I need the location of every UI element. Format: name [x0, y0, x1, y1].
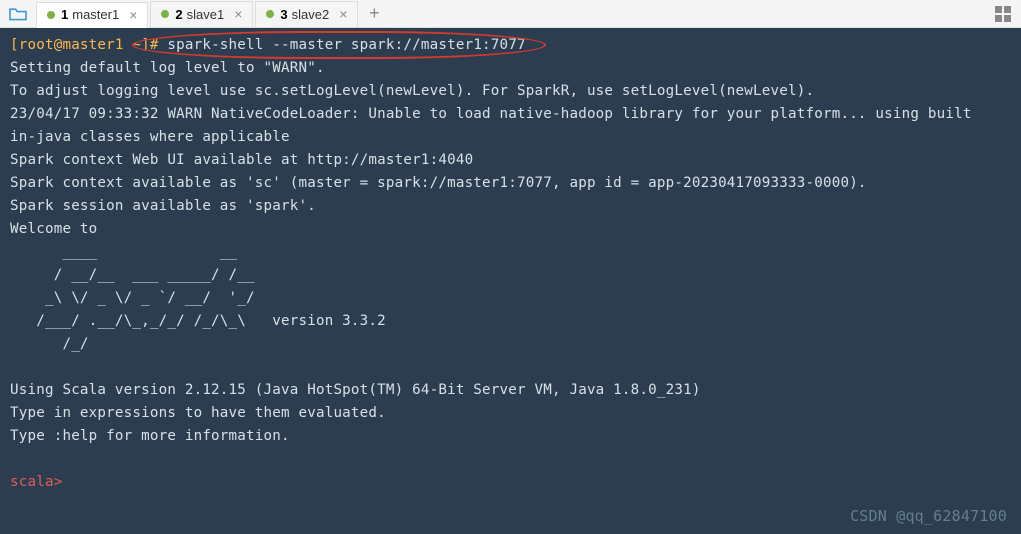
tab-number: 1: [61, 7, 68, 22]
tab-slave2[interactable]: 3 slave2 ×: [255, 1, 358, 27]
status-dot-icon: [266, 10, 274, 18]
folder-icon[interactable]: [4, 3, 32, 25]
tab-number: 2: [175, 7, 182, 22]
scala-prompt[interactable]: scala>: [10, 474, 71, 490]
tab-number: 3: [280, 7, 287, 22]
layout-grid-icon[interactable]: [989, 3, 1017, 25]
tab-label: slave1: [187, 7, 225, 22]
close-icon[interactable]: ×: [339, 6, 347, 22]
tab-label: slave2: [292, 7, 330, 22]
watermark: CSDN @qq_62847100: [850, 505, 1007, 528]
tab-slave1[interactable]: 2 slave1 ×: [150, 1, 253, 27]
shell-prompt: [root@master1 ~]#: [10, 37, 167, 53]
status-dot-icon: [47, 11, 55, 19]
tab-label: master1: [72, 7, 119, 22]
shell-command: spark-shell --master spark://master1:707…: [167, 37, 525, 53]
close-icon[interactable]: ×: [234, 6, 242, 22]
status-dot-icon: [161, 10, 169, 18]
add-tab-button[interactable]: +: [360, 1, 388, 27]
terminal-pane[interactable]: [root@master1 ~]# spark-shell --master s…: [0, 28, 1021, 534]
tab-master1[interactable]: 1 master1 ×: [36, 2, 148, 28]
terminal-output: Setting default log level to "WARN". To …: [10, 60, 972, 444]
tab-bar: 1 master1 × 2 slave1 × 3 slave2 × +: [0, 0, 1021, 28]
close-icon[interactable]: ×: [129, 7, 137, 23]
